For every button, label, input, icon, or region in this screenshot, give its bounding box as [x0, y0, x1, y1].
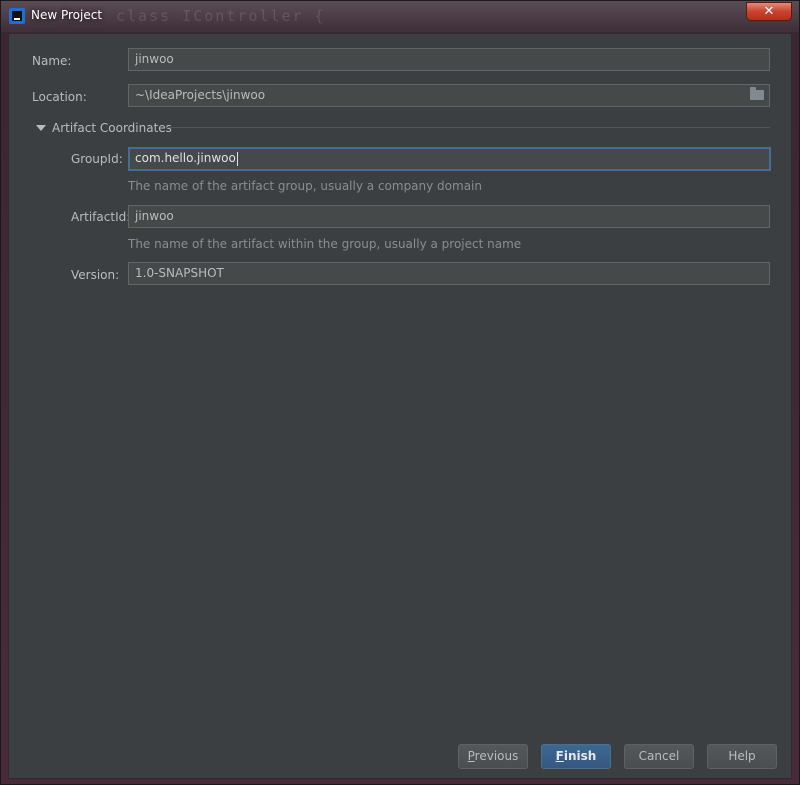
cancel-label: Cancel	[638, 749, 680, 763]
previous-label: revious	[474, 749, 519, 763]
dialog-content: Name: jinwoo Location: ~\IdeaProjects\ji…	[8, 33, 792, 779]
groupid-field[interactable]: com.hello.jinwoo	[128, 147, 771, 171]
artifactid-hint: The name of the artifact within the grou…	[128, 237, 522, 251]
section-divider	[165, 127, 770, 128]
groupid-value: com.hello.jinwoo	[135, 151, 236, 165]
artifactid-field[interactable]: jinwoo	[128, 205, 770, 228]
finish-button[interactable]: Finish	[541, 744, 611, 769]
groupid-label: GroupId:	[71, 152, 123, 166]
expand-triangle-icon[interactable]	[36, 125, 46, 131]
close-button[interactable]: ✕	[746, 2, 792, 21]
window-title: New Project	[31, 8, 103, 22]
location-field[interactable]: ~\IdeaProjects\jinwoo	[128, 84, 770, 107]
name-value: jinwoo	[135, 52, 174, 66]
version-value: 1.0-SNAPSHOT	[135, 266, 224, 280]
version-label: Version:	[71, 268, 120, 282]
intellij-app-icon	[9, 8, 25, 24]
close-icon: ✕	[763, 4, 775, 19]
artifact-coordinates-header[interactable]: Artifact Coordinates	[52, 121, 172, 135]
previous-button[interactable]: Previous	[458, 744, 528, 769]
help-button[interactable]: Help	[707, 744, 777, 769]
name-field[interactable]: jinwoo	[128, 48, 770, 71]
title-bar[interactable]: New Project class IController { ✕	[1, 1, 799, 31]
previous-mnemonic: P	[467, 749, 475, 763]
dialog-window: New Project class IController { ✕ Name: …	[0, 0, 800, 785]
background-window-title: class IController {	[116, 7, 326, 25]
location-label: Location:	[32, 90, 87, 104]
cancel-button[interactable]: Cancel	[624, 744, 694, 769]
location-value: ~\IdeaProjects\jinwoo	[135, 88, 266, 102]
version-field[interactable]: 1.0-SNAPSHOT	[128, 262, 770, 285]
finish-mnemonic: F	[555, 749, 564, 763]
name-label: Name:	[32, 54, 72, 68]
text-caret	[236, 151, 238, 166]
artifactid-value: jinwoo	[135, 209, 174, 223]
help-label: Help	[728, 749, 756, 763]
finish-label: inish	[563, 749, 597, 763]
groupid-hint: The name of the artifact group, usually …	[128, 179, 482, 193]
artifactid-label: ArtifactId:	[71, 210, 131, 224]
folder-icon[interactable]	[750, 87, 764, 100]
